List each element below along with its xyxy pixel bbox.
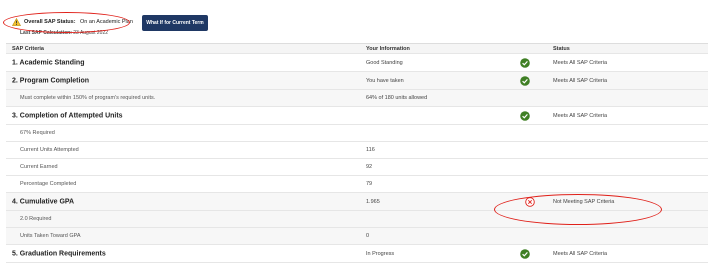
table-header-row: SAP Criteria Your Information Status: [6, 43, 708, 54]
last-calc-date: 23 August 2022: [73, 30, 109, 36]
criteria-detail: Current Units Attempted: [20, 147, 79, 153]
table-row: Units Taken Toward GPA 0: [6, 228, 708, 245]
criteria-detail: 2.0 Required: [20, 216, 52, 222]
info-value: 92: [366, 164, 373, 170]
table-row: 67% Required: [6, 125, 708, 142]
sap-status-bar: Overall SAP Status: On an Academic Plan …: [0, 0, 712, 40]
table-row: 4. Cumulative GPA 1.965 Not Meeting SAP …: [6, 193, 708, 211]
status-value: Meets All SAP Criteria: [553, 112, 608, 119]
criteria-detail: Current Earned: [20, 164, 58, 170]
header-status: Status: [553, 45, 570, 52]
table-row: 3. Completion of Attempted Units Meets A…: [6, 107, 708, 125]
info-value: 0: [366, 233, 370, 239]
check-circle-icon: [520, 57, 530, 68]
status-value: Meets All SAP Criteria: [553, 77, 608, 84]
table-row: 1. Academic Standing Good Standing Meets…: [6, 54, 708, 72]
check-circle-icon: [520, 110, 530, 121]
criteria-completion-attempted-units: 3. Completion of Attempted Units: [12, 112, 123, 119]
table-row: Percentage Completed 79: [6, 176, 708, 193]
status-value: Not Meeting SAP Criteria: [553, 198, 615, 205]
status-value: Meets All SAP Criteria: [553, 59, 608, 66]
info-value: 116: [366, 147, 375, 153]
criteria-program-completion: 2. Program Completion: [12, 77, 90, 84]
criteria-detail: Must complete within 150% of program's r…: [20, 95, 156, 101]
info-value: Good Standing: [366, 59, 403, 66]
criteria-graduation-requirements: 5. Graduation Requirements: [12, 250, 106, 257]
last-calc-label: Last SAP Calculation:: [20, 30, 72, 36]
sap-criteria-table: SAP Criteria Your Information Status 1. …: [6, 43, 708, 263]
header-sap-criteria: SAP Criteria: [12, 45, 44, 52]
criteria-detail: Units Taken Toward GPA: [20, 233, 81, 239]
info-value: 64% of 180 units allowed: [366, 95, 428, 101]
table-row: Current Earned 92: [6, 159, 708, 176]
overall-sap-status-label: Overall SAP Status:: [24, 19, 76, 25]
what-if-current-term-button[interactable]: What If for Current Term: [142, 15, 208, 31]
last-sap-calculation: Last SAP Calculation: 23 August 2022: [20, 30, 108, 36]
table-row: 2. Program Completion You have taken Mee…: [6, 72, 708, 90]
criteria-detail: 67% Required: [20, 130, 55, 136]
info-value: 79: [366, 181, 373, 187]
overall-sap-status-value: On an Academic Plan: [80, 19, 133, 25]
criteria-detail: Percentage Completed: [20, 181, 77, 187]
info-value: In Progress: [366, 250, 395, 257]
x-circle-icon: [525, 196, 535, 207]
info-value: 1.965: [366, 198, 380, 205]
criteria-cumulative-gpa: 4. Cumulative GPA: [12, 198, 75, 205]
warning-icon: [12, 18, 21, 26]
check-circle-icon: [520, 75, 530, 86]
table-row: Current Units Attempted 116: [6, 142, 708, 159]
table-row: 2.0 Required: [6, 211, 708, 228]
table-row: Must complete within 150% of program's r…: [6, 90, 708, 107]
status-value: Meets All SAP Criteria: [553, 250, 608, 257]
criteria-academic-standing: 1. Academic Standing: [12, 59, 85, 66]
header-your-information: Your Information: [366, 45, 410, 52]
check-circle-icon: [520, 248, 530, 259]
table-row: 5. Graduation Requirements In Progress M…: [6, 245, 708, 263]
info-value: You have taken: [366, 77, 404, 84]
